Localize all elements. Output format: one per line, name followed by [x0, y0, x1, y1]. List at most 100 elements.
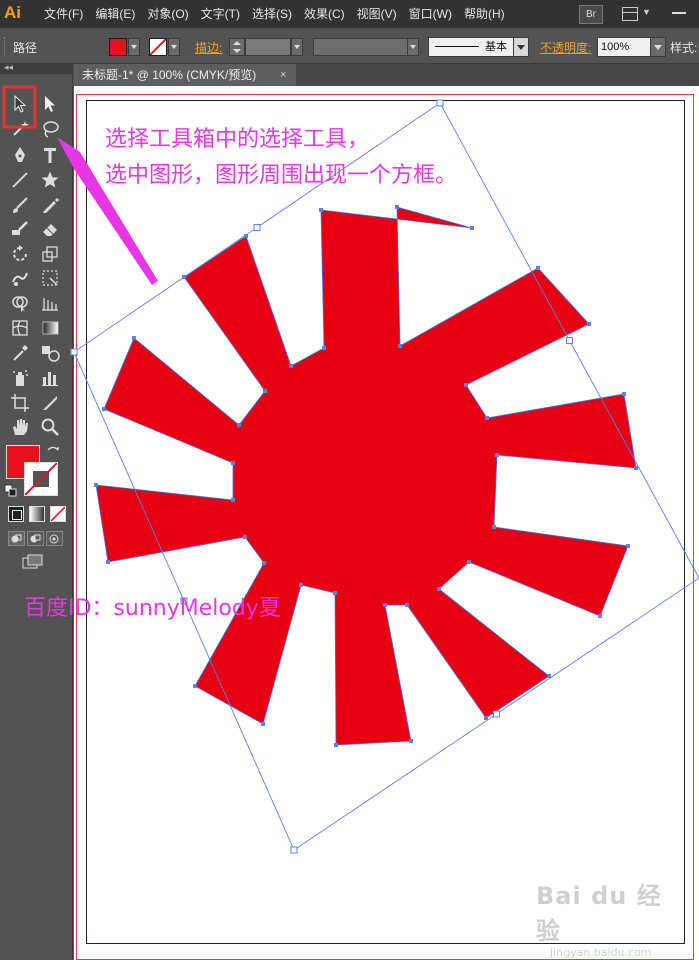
drawing-modes	[8, 531, 64, 546]
star-tool[interactable]	[38, 169, 62, 191]
paintbrush-tool[interactable]	[8, 194, 32, 216]
screen-mode-icon[interactable]	[22, 553, 46, 571]
artboard[interactable]	[86, 100, 685, 944]
menu-item-6[interactable]: 视图(V)	[351, 0, 403, 28]
eyedropper-tool[interactable]	[8, 342, 32, 364]
menu-items: 文件(F) 编辑(E) 对象(O) 文字(T) 选择(S) 效果(C) 视图(V) 窗口(W)…	[38, 0, 511, 28]
scale-tool[interactable]	[38, 243, 62, 265]
opacity-dropdown[interactable]	[650, 37, 666, 57]
document-tab-title: 未标题-1* @ 100% (CMYK/预览)	[82, 68, 257, 82]
eyedropper-icon	[13, 345, 28, 361]
lasso-tool[interactable]	[38, 118, 62, 140]
selection-type-label: 路径	[13, 41, 38, 55]
no-stroke-icon	[149, 38, 167, 56]
none-mode-button[interactable]	[50, 506, 66, 522]
pencil-tool[interactable]	[38, 194, 62, 216]
menu-item-2[interactable]: 对象(O)	[141, 0, 194, 28]
rotate-icon	[13, 245, 27, 261]
style-label: 样式:	[670, 41, 698, 55]
menu-item-8[interactable]: 帮助(H)	[458, 0, 511, 28]
app-logo: Ai	[4, 3, 21, 22]
default-colors-icon[interactable]	[4, 484, 18, 498]
blob-brush-tool[interactable]	[8, 218, 32, 240]
color-mode-icon	[12, 510, 22, 520]
mesh-tool[interactable]	[8, 317, 32, 339]
brush-label: 基本	[485, 41, 507, 53]
menu-item-7[interactable]: 窗口(W)	[403, 0, 458, 28]
free-transform-tool[interactable]	[38, 267, 62, 289]
warp-tool[interactable]	[8, 267, 32, 289]
magic-wand-tool[interactable]	[8, 118, 32, 140]
close-icon[interactable]: ×	[280, 64, 286, 86]
collapse-icon[interactable]: ◂◂	[4, 62, 13, 73]
eraser-tool[interactable]	[38, 218, 62, 240]
stroke-weight-label[interactable]: 描边:	[195, 39, 222, 56]
gradient-mode-button[interactable]	[29, 506, 45, 522]
watermark-main: Bai du 经验	[536, 882, 662, 945]
menu-item-4[interactable]: 选择(S)	[246, 0, 298, 28]
direct-selection-tool[interactable]	[38, 93, 62, 115]
paintbrush-icon	[13, 197, 28, 213]
magnifier-icon	[41, 418, 59, 436]
column-graph-tool[interactable]	[38, 367, 62, 389]
menu-item-5[interactable]: 效果(C)	[298, 0, 351, 28]
bridge-button[interactable]: Br	[579, 5, 603, 24]
annotation-line-2: 选中图形，图形周围出现一个方框。	[105, 163, 458, 188]
symbol-sprayer-tool[interactable]	[8, 367, 32, 389]
line-segment-tool[interactable]	[8, 169, 32, 191]
canvas[interactable]	[74, 86, 699, 960]
tools-panel: ◂◂	[0, 62, 73, 960]
opacity-label[interactable]: 不透明度:	[540, 39, 591, 56]
mesh-icon	[12, 320, 28, 336]
gradient-tool[interactable]	[38, 317, 62, 339]
none-slash-icon	[50, 506, 66, 522]
annotation-line-1: 选择工具箱中的选择工具，	[105, 127, 370, 152]
stroke-color-swatch[interactable]	[149, 38, 167, 56]
perspective-grid-tool[interactable]	[38, 292, 62, 314]
workspace-switcher[interactable]: ▼	[618, 5, 658, 22]
draw-normal-button[interactable]	[8, 531, 25, 546]
opacity-input[interactable]: 100%	[597, 37, 652, 57]
minimize-button[interactable]	[672, 12, 686, 14]
menu-item-0[interactable]: 文件(F)	[38, 0, 89, 28]
stroke-weight-input[interactable]	[245, 38, 291, 56]
artboard-icon	[11, 394, 29, 412]
menu-item-3[interactable]: 文字(T)	[195, 0, 246, 28]
type-tool[interactable]	[38, 144, 62, 166]
workspace-icon	[622, 7, 638, 21]
blend-tool[interactable]	[38, 342, 62, 364]
draw-inside-button[interactable]	[46, 531, 63, 546]
selection-arrow-icon	[14, 94, 27, 113]
fill-dropdown[interactable]	[128, 38, 140, 56]
variable-width-profile[interactable]	[313, 38, 409, 56]
stroke-dropdown[interactable]	[168, 38, 180, 56]
artboard-tool[interactable]	[8, 392, 32, 414]
pen-tool[interactable]	[8, 144, 32, 166]
selection-tool[interactable]	[8, 93, 32, 115]
stroke-swatch[interactable]	[24, 462, 58, 496]
hand-tool[interactable]	[8, 416, 32, 438]
document-tab-bar: 未标题-1* @ 100% (CMYK/预览) ×	[74, 64, 699, 86]
type-t-icon	[44, 148, 56, 163]
swap-fill-stroke-icon[interactable]	[46, 444, 60, 458]
control-bar: 路径 描边: 基本 不透明度: 100% 样式:	[0, 29, 699, 64]
zoom-tool[interactable]	[38, 416, 62, 438]
draw-behind-button[interactable]	[27, 531, 44, 546]
rotate-tool[interactable]	[8, 243, 32, 265]
brush-dropdown[interactable]	[513, 37, 529, 57]
stroke-weight-dropdown[interactable]	[291, 38, 303, 56]
panel-grip[interactable]	[4, 37, 8, 55]
menu-item-1[interactable]: 编辑(E)	[89, 0, 141, 28]
stroke-weight-stepper[interactable]	[229, 38, 245, 56]
shape-builder-tool[interactable]	[8, 292, 32, 314]
line-segment-icon	[12, 172, 28, 188]
tools-panel-header[interactable]: ◂◂	[0, 62, 72, 74]
document-tab[interactable]: 未标题-1* @ 100% (CMYK/预览) ×	[74, 64, 296, 86]
no-stroke-icon	[25, 463, 57, 495]
slice-tool[interactable]	[38, 392, 62, 414]
profile-dropdown[interactable]	[407, 38, 419, 56]
draw-normal-icon	[11, 534, 22, 543]
brush-definition[interactable]: 基本	[428, 37, 514, 57]
fill-color-swatch[interactable]	[109, 38, 127, 56]
color-mode-button[interactable]	[8, 506, 24, 522]
